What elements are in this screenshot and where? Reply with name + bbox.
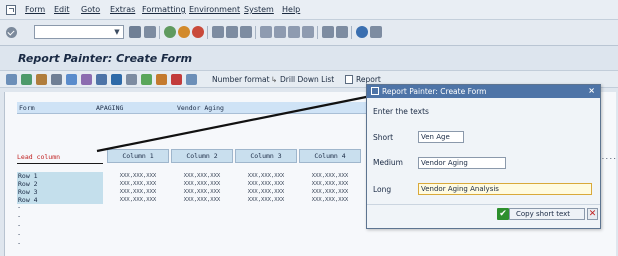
medium-text-input[interactable] [418, 157, 506, 169]
long-label: Long [373, 185, 392, 194]
short-text-input[interactable] [418, 131, 464, 143]
create-form-dialog: Report Painter: Create Form × Enter the … [366, 84, 601, 229]
medium-label: Medium [373, 158, 403, 167]
cancel-button[interactable]: ✕ [587, 208, 598, 220]
copy-short-text-button[interactable]: ✔ Copy short text [497, 208, 585, 220]
short-label: Short [373, 133, 394, 142]
dialog-title: Report Painter: Create Form [382, 87, 487, 96]
close-icon[interactable]: × [588, 86, 595, 95]
checkmark-icon[interactable]: ✔ [497, 208, 509, 220]
pointer-line [96, 94, 372, 153]
long-text-input[interactable] [418, 183, 592, 195]
copy-short-text-label: Copy short text [516, 210, 571, 218]
dialog-window-icon [371, 87, 379, 95]
dialog-titlebar[interactable]: Report Painter: Create Form × [367, 85, 600, 98]
dialog-footer: ✔ Copy short text ✕ [367, 204, 600, 228]
dialog-instruction: Enter the texts [373, 107, 429, 116]
